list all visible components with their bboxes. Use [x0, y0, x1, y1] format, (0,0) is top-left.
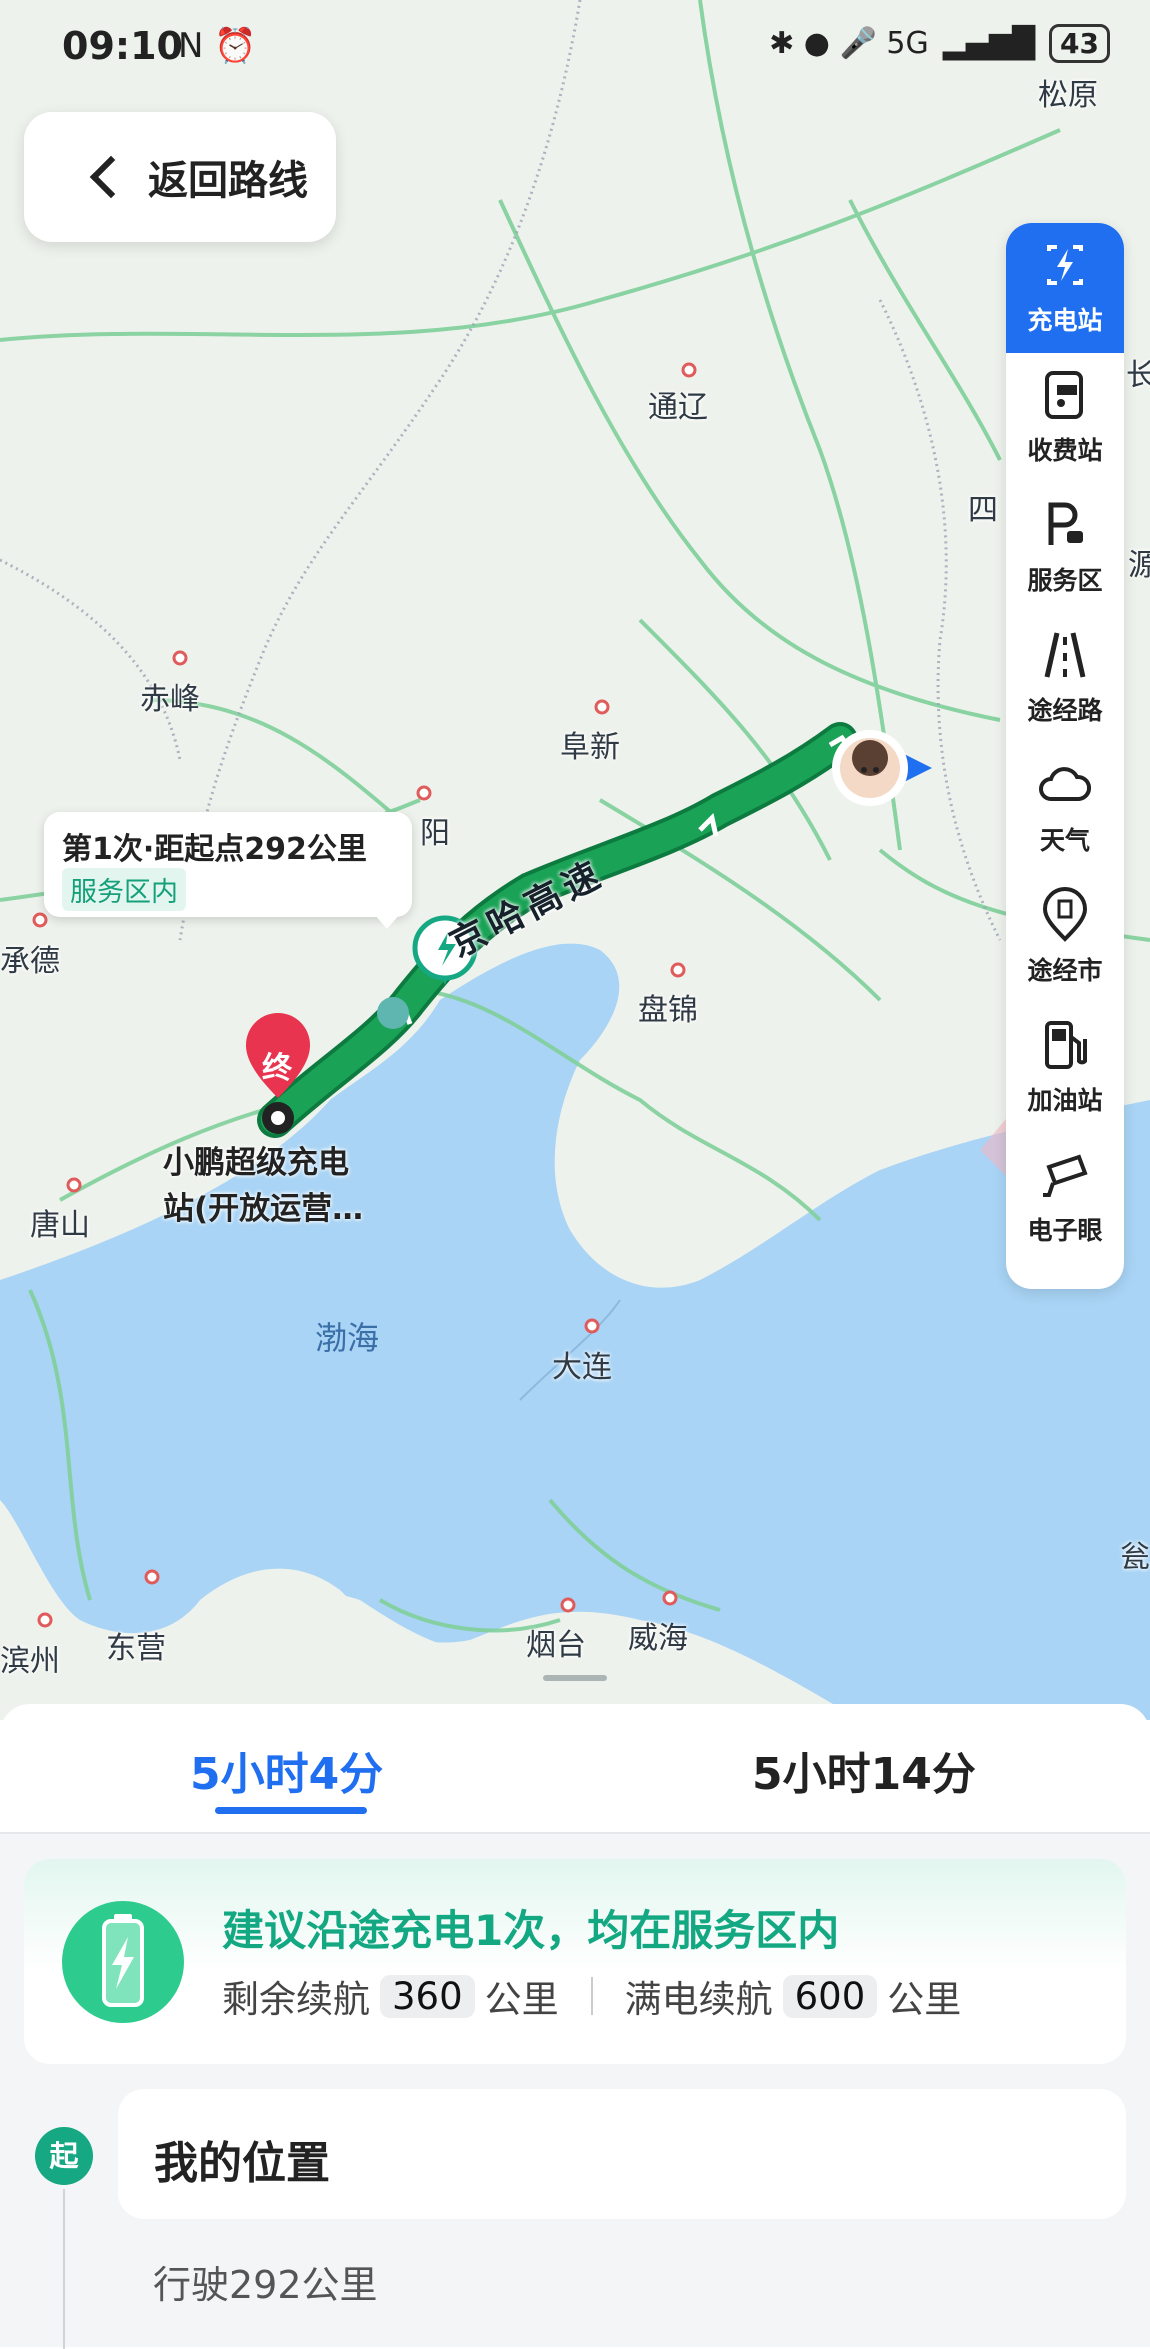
toolbar-gas-station[interactable]: 加油站 — [1006, 1003, 1124, 1133]
drive-distance: 行驶292公里 — [153, 2263, 378, 2307]
tab-route-1[interactable]: 5小时4分 — [190, 1738, 383, 1802]
toll-station-icon — [1045, 371, 1083, 419]
full-range-label: 满电续航 — [624, 1978, 773, 2021]
city-label: 滨州 — [0, 1644, 60, 1679]
status-time: 09:10 — [62, 24, 183, 68]
city-label: 四 — [968, 493, 998, 528]
map-handle — [543, 1675, 607, 1681]
status-bar: 09:10 N ⏰ ✱ ● 🎤 5G ▂▄▆█ 43 — [0, 0, 1150, 100]
destination-label[interactable]: 小鹏超级充电 站(开放运营… — [163, 1140, 363, 1232]
start-location-title: 我的位置 — [154, 2138, 330, 2189]
destination-marker-label: 终 — [262, 1051, 292, 1086]
back-to-route-button[interactable]: 返回路线 — [24, 112, 336, 242]
toolbar-label: 途经市 — [1027, 956, 1103, 985]
toolbar-label: 充电站 — [1027, 306, 1103, 335]
city-label: 唐山 — [30, 1208, 90, 1243]
charging-headline: 建议沿途充电1次，均在服务区内 — [222, 1906, 840, 1955]
signal-icon: ▂▄▆█ — [942, 26, 1036, 61]
back-button-label: 返回路线 — [148, 158, 308, 204]
remaining-range-value: 360 — [380, 1974, 475, 2018]
map-layer-toolbar: 充电站 收费站 服务区 途经路 天气 途经市 加油站 电子眼 — [1006, 223, 1124, 1289]
city-label: 盘锦 — [638, 993, 698, 1028]
road-icon — [1044, 632, 1086, 678]
step-connector — [63, 2189, 65, 2349]
popup-tail — [375, 915, 399, 929]
charging-station-icon — [1047, 245, 1083, 285]
status-icons: ✱ ● 🎤 5G — [769, 26, 929, 61]
full-range-value: 600 — [782, 1974, 878, 2018]
city-label: 赤峰 — [140, 682, 200, 717]
range-info: 剩余续航 360 公里 满电续航 600 公里 — [222, 1969, 961, 2023]
city-label: 烟台 — [526, 1628, 586, 1663]
city-label: 阳 — [420, 816, 450, 851]
battery-charging-icon — [62, 1901, 184, 2023]
city-label: 阜新 — [560, 730, 620, 765]
city-label: 大连 — [552, 1350, 612, 1385]
toolbar-label: 途经路 — [1027, 696, 1103, 725]
city-label: 瓮 — [1120, 1540, 1150, 1575]
toolbar-weather[interactable]: 天气 — [1006, 743, 1124, 873]
city-pin-icon — [1042, 887, 1088, 942]
chevron-left-icon — [89, 155, 133, 199]
start-badge: 起 — [35, 2127, 93, 2185]
city-label: 威海 — [628, 1621, 688, 1656]
charging-stop-popup[interactable]: 第1次·距起点292公里 服务区内 — [44, 812, 412, 917]
cloud-icon — [1039, 767, 1092, 801]
toolbar-via-road[interactable]: 途经路 — [1006, 613, 1124, 743]
toolbar-service-area[interactable]: 服务区 — [1006, 483, 1124, 613]
charging-suggestion-card[interactable]: 建议沿途充电1次，均在服务区内 剩余续航 360 公里 满电续航 600 公里 — [24, 1859, 1126, 2064]
toolbar-via-city[interactable]: 途经市 — [1006, 873, 1124, 1003]
route-bottom-sheet: 5小时4分 5小时14分 建议沿途充电1次，均在服务区内 剩余续航 360 公里… — [0, 1704, 1150, 2349]
fuel-pump-icon — [1045, 1021, 1087, 1069]
toolbar-label: 电子眼 — [1027, 1216, 1103, 1245]
toolbar-label: 加油站 — [1027, 1086, 1103, 1115]
tab-route-2[interactable]: 5小时14分 — [752, 1738, 976, 1802]
toolbar-label: 收费站 — [1027, 436, 1103, 465]
toolbar-label: 服务区 — [1027, 566, 1103, 595]
toolbar-speed-camera[interactable]: 电子眼 — [1006, 1133, 1124, 1263]
city-label: 长 — [1126, 358, 1150, 393]
toolbar-label: 天气 — [1039, 826, 1090, 855]
active-tab-indicator — [215, 1807, 367, 1814]
toolbar-toll-station[interactable]: 收费站 — [1006, 353, 1124, 483]
service-area-icon — [1048, 502, 1083, 545]
camera-icon — [1043, 1154, 1088, 1197]
remaining-range-unit: 公里 — [484, 1978, 559, 2021]
city-label: 源 — [1128, 548, 1150, 583]
popup-title: 第1次·距起点292公里 — [62, 832, 367, 867]
full-range-unit: 公里 — [887, 1978, 962, 2021]
start-location-card[interactable]: 我的位置 — [118, 2089, 1126, 2219]
divider — [590, 1977, 593, 2015]
status-left-icons: N ⏰ — [178, 26, 257, 66]
route-tabs: 5小时4分 5小时14分 — [0, 1704, 1150, 1834]
battery-icon: 43 — [1049, 24, 1110, 63]
city-label: 承德 — [0, 944, 60, 979]
sea-label: 渤海 — [315, 1319, 380, 1357]
toolbar-charging-station[interactable]: 充电站 — [1006, 223, 1124, 353]
remaining-range-label: 剩余续航 — [222, 1978, 370, 2021]
city-label: 通辽 — [648, 390, 708, 425]
service-area-tag: 服务区内 — [62, 868, 186, 911]
city-label: 东营 — [106, 1631, 166, 1666]
